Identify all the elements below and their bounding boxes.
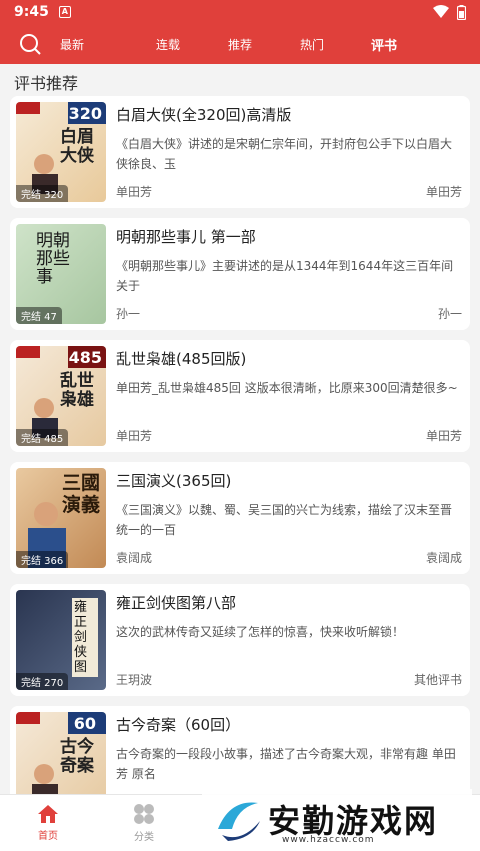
book-card[interactable]: 雍正剑侠图 完结 270 雍正剑侠图第八部 这次的武林传奇又延续了怎样的惊喜，快… <box>10 584 470 696</box>
nav-home[interactable]: 首页 <box>0 795 96 851</box>
watermark: 安勤游戏网 www.hzaccw.com <box>202 789 472 849</box>
book-category: 孙一 <box>437 307 462 321</box>
tab-pingshu[interactable]: 评书 <box>348 35 420 54</box>
section-title: 评书推荐 <box>14 74 79 93</box>
cover-title: 雍正剑侠图 <box>72 598 98 677</box>
notification-a-icon: A <box>58 6 71 18</box>
book-desc: 单田芳_乱世枭雄485回 这版本很清晰，比原来300回清楚很多~ <box>116 381 458 395</box>
status-badge: 完结 270 <box>16 673 69 690</box>
book-category: 袁阔成 <box>425 551 462 565</box>
grid-icon <box>134 804 154 824</box>
status-time: 9:45 <box>14 4 49 20</box>
status-bar: 9:45 A <box>0 0 480 24</box>
book-cover: 明朝那些事 完结 47 <box>16 224 106 324</box>
cover-title: 三國演義 <box>62 472 101 516</box>
book-desc: 《白眉大侠》讲述的是宋朝仁宗年间，开封府包公手下以白眉大侠徐良、玉 <box>116 137 453 171</box>
cover-title: 古今奇案 <box>60 737 94 776</box>
book-title: 三国演义(365回) <box>116 472 232 490</box>
status-badge: 完结 485 <box>16 429 69 446</box>
book-card[interactable]: 明朝那些事 完结 47 明朝那些事儿 第一部 《明朝那些事儿》主要讲述的是从13… <box>10 218 470 330</box>
search-icon <box>20 34 41 55</box>
top-nav: 最新 连载 推荐 热门 评书 <box>0 24 480 64</box>
book-title: 雍正剑侠图第八部 <box>116 594 237 612</box>
status-right-icons <box>433 4 466 20</box>
status-badge: 完结 47 <box>16 307 62 324</box>
book-category: 其他评书 <box>413 673 462 687</box>
book-desc: 《三国演义》以魏、蜀、吴三国的兴亡为线索，描绘了汉末至晋统一的一百 <box>116 503 453 537</box>
nav-home-label: 首页 <box>38 831 58 842</box>
book-desc: 《明朝那些事儿》主要讲述的是从1344年到1644年这三百年间关于 <box>116 259 454 293</box>
book-desc: 古今奇案的一段段小故事，描述了古今奇案大观，非常有趣 单田芳 原名 <box>116 747 456 781</box>
book-desc: 这次的武林传奇又延续了怎样的惊喜，快来收听解锁！ <box>116 625 405 639</box>
cover-title: 乱世枭雄 <box>60 371 94 410</box>
search-button[interactable] <box>0 24 60 64</box>
cover-number: 60 <box>73 714 96 733</box>
book-cover: 雍正剑侠图 完结 270 <box>16 590 106 690</box>
battery-icon <box>457 4 466 20</box>
book-title: 古今奇案（60回） <box>116 716 241 734</box>
book-title: 乱世枭雄(485回版) <box>116 350 247 368</box>
cover-title: 明朝那些事 <box>36 231 70 287</box>
book-cover: 485 乱世枭雄 完结 485 <box>16 346 106 446</box>
home-icon <box>38 805 58 823</box>
nav-category[interactable]: 分类 <box>96 795 192 851</box>
book-card[interactable]: 320 白眉大侠 完结 320 白眉大侠(全320回)高清版 《白眉大侠》讲述的… <box>10 96 470 208</box>
book-narrator: 孙一 <box>116 307 141 321</box>
book-cover: 320 白眉大侠 完结 320 <box>16 102 106 202</box>
tab-recommend[interactable]: 推荐 <box>204 36 276 53</box>
book-narrator: 单田芳 <box>116 429 153 443</box>
book-category: 单田芳 <box>425 185 462 199</box>
book-card[interactable]: 三國演義 完结 366 三国演义(365回) 《三国演义》以魏、蜀、吴三国的兴亡… <box>10 462 470 574</box>
tab-latest[interactable]: 最新 <box>60 36 132 53</box>
book-narrator: 袁阔成 <box>116 551 153 565</box>
tab-hot[interactable]: 热门 <box>276 36 348 53</box>
book-title: 明朝那些事儿 第一部 <box>116 228 256 246</box>
cover-number: 485 <box>68 348 102 367</box>
wifi-icon <box>433 5 449 18</box>
status-badge: 完结 366 <box>16 551 69 568</box>
book-narrator: 单田芳 <box>116 185 153 199</box>
tab-serial[interactable]: 连载 <box>132 36 204 53</box>
nav-category-label: 分类 <box>134 832 154 843</box>
book-narrator: 王玥波 <box>116 673 153 687</box>
book-card[interactable]: 485 乱世枭雄 完结 485 乱世枭雄(485回版) 单田芳_乱世枭雄485回… <box>10 340 470 452</box>
watermark-url: www.hzaccw.com <box>282 835 375 845</box>
status-badge: 完结 320 <box>16 185 69 202</box>
watermark-logo-icon <box>218 802 260 841</box>
cover-title: 白眉大侠 <box>60 127 94 166</box>
book-title: 白眉大侠(全320回)高清版 <box>116 106 292 124</box>
cover-number: 320 <box>68 104 102 123</box>
book-cover: 三國演義 完结 366 <box>16 468 106 568</box>
book-category: 单田芳 <box>425 429 462 443</box>
